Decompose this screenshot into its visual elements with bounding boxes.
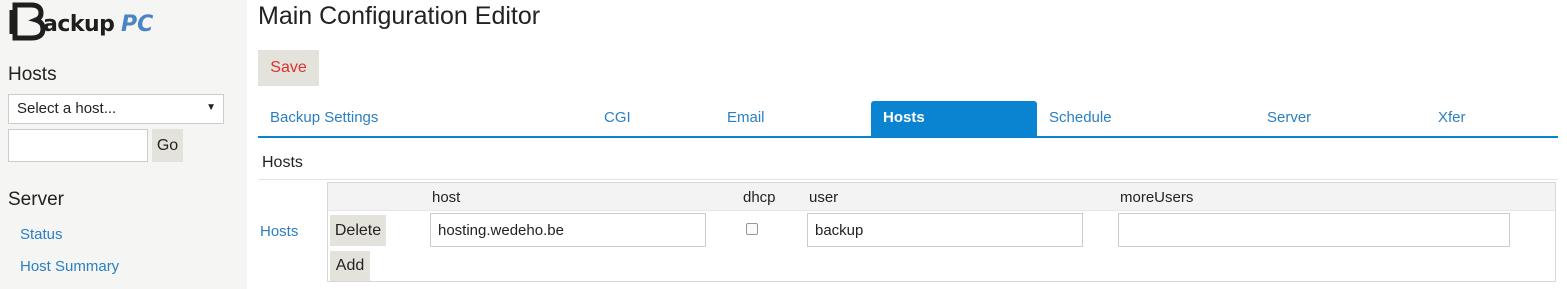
tab-cgi[interactable]: CGI [592,101,702,137]
dropdown-caret-icon: ▼ [206,102,216,113]
dhcp-checkbox[interactable] [746,223,758,235]
add-row-button[interactable]: Add [330,251,370,281]
tabs-underline [258,136,1558,138]
backuppc-logo[interactable]: ackup PC [9,0,159,42]
logo-text: ackup [43,12,115,37]
host-select[interactable]: Select a host... ▼ [8,94,224,124]
host-name-input[interactable] [430,213,706,247]
section-label: Hosts [262,154,303,171]
column-header-user: user [809,189,839,206]
hosts-field-label[interactable]: Hosts [260,223,298,240]
column-header-host: host [432,189,461,206]
page-title: Main Configuration Editor [258,2,541,30]
more-users-input[interactable] [1118,213,1510,247]
host-search-input[interactable] [8,129,148,162]
column-header-dhcp: dhcp [743,189,776,206]
sidebar: ackup PC Hosts Select a host... ▼ Go Ser… [0,0,247,289]
section-divider [258,179,1558,180]
logo-pc-text: PC [121,12,154,37]
hosts-table: host dhcp user moreUsers Delete Add [327,182,1556,282]
tab-schedule[interactable]: Schedule [1037,101,1237,137]
hosts-heading: Hosts [8,64,57,85]
save-button[interactable]: Save [258,50,319,86]
sidebar-link-host-summary[interactable]: Host Summary [20,258,119,275]
column-header-moreusers: moreUsers [1120,189,1194,206]
user-input[interactable] [807,213,1083,247]
server-heading: Server [8,189,64,210]
tab-email[interactable]: Email [715,101,855,137]
tab-backup-settings[interactable]: Backup Settings [258,101,588,137]
tab-server[interactable]: Server [1255,101,1405,137]
delete-row-button[interactable]: Delete [330,215,386,246]
tab-hosts[interactable]: Hosts [871,101,1037,137]
go-button[interactable]: Go [152,129,183,162]
tab-xfer[interactable]: Xfer [1426,101,1546,137]
config-tabs: Backup Settings CGI Email Hosts Schedule… [258,101,1558,137]
table-header: host dhcp user moreUsers [328,183,1555,211]
host-select-value: Select a host... [17,100,117,117]
sidebar-link-status[interactable]: Status [20,226,63,243]
